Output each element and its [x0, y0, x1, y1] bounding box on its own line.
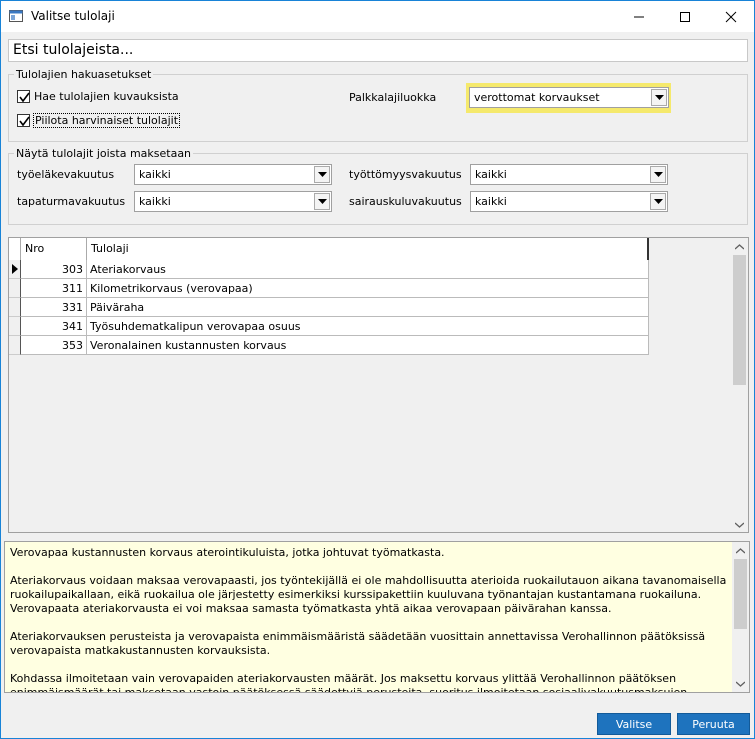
chevron-down-icon	[318, 172, 327, 177]
sickness-value: kaikki	[475, 195, 507, 208]
wage-class-dropdown-button[interactable]	[651, 89, 667, 106]
grid-scrollbar[interactable]	[731, 238, 748, 532]
current-row-arrow-icon	[12, 264, 18, 274]
row-header-corner	[9, 238, 21, 260]
chevron-down-icon	[654, 172, 663, 177]
row-tulolaji: Työsuhdematkalipun verovapaa osuus	[87, 317, 649, 336]
close-icon	[725, 11, 737, 22]
pension-label: työeläkevakuutus	[17, 168, 115, 181]
column-header-nro[interactable]: Nro	[21, 238, 87, 260]
description-paragraph: Ateriakorvaus voidaan maksaa verovapaast…	[10, 574, 727, 615]
row-nro: 311	[21, 279, 87, 298]
table-row[interactable]: 311 Kilometrikorvaus (verovapaa)	[9, 279, 649, 298]
hide-rare-checkbox[interactable]	[17, 114, 30, 127]
search-input[interactable]: Etsi tulolajeista...	[8, 39, 748, 62]
description-paragraph: Kohdassa ilmoitetaan vain verovapaiden a…	[10, 672, 688, 693]
cancel-button[interactable]: Peruuta	[677, 713, 750, 735]
row-tulolaji: Ateriakorvaus	[87, 260, 649, 279]
minimize-icon	[634, 16, 644, 17]
pension-value: kaikki	[139, 168, 171, 181]
unemployment-dropdown-button[interactable]	[650, 166, 666, 183]
description-paragraph: Verovapaa kustannusten korvaus aterointi…	[10, 546, 445, 559]
description-paragraph: Ateriakorvauksen perusteista ja verovapa…	[10, 630, 706, 657]
row-selector[interactable]	[9, 279, 21, 298]
row-nro: 341	[21, 317, 87, 336]
accident-dropdown-button[interactable]	[314, 193, 330, 210]
chevron-down-icon	[654, 199, 663, 204]
row-tulolaji: Päiväraha	[87, 298, 649, 317]
row-nro: 331	[21, 298, 87, 317]
wage-class-value: verottomat korvaukset	[474, 91, 600, 104]
row-nro: 303	[21, 260, 87, 279]
description-scrollbar[interactable]	[732, 542, 749, 692]
accident-label: tapaturmavakuutus	[17, 195, 126, 208]
unemployment-value: kaikki	[475, 168, 507, 181]
close-button[interactable]	[708, 1, 754, 32]
search-descriptions-checkbox[interactable]	[17, 90, 30, 103]
maximize-icon	[680, 11, 690, 22]
sickness-label: sairauskuluvakuutus	[349, 195, 462, 208]
unemployment-label: työttömyysvakuutus	[349, 168, 462, 181]
description-text: Verovapaa kustannusten korvaus aterointi…	[10, 546, 730, 693]
search-options-legend: Tulolajien hakuasetukset	[14, 68, 154, 81]
scroll-down-icon[interactable]	[735, 522, 744, 528]
table-row[interactable]: 353 Veronalainen kustannusten korvaus	[9, 336, 649, 355]
chevron-down-icon	[318, 199, 327, 204]
column-header-tulolaji[interactable]: Tulolaji	[87, 238, 649, 260]
row-selector[interactable]	[9, 298, 21, 317]
wage-class-select[interactable]: verottomat korvaukset	[469, 87, 669, 108]
accident-select[interactable]: kaikki	[134, 191, 332, 212]
row-selector[interactable]	[9, 336, 21, 355]
table-row[interactable]: 331 Päiväraha	[9, 298, 649, 317]
description-panel: Verovapaa kustannusten korvaus aterointi…	[4, 541, 750, 693]
row-tulolaji: Veronalainen kustannusten korvaus	[87, 336, 649, 355]
chevron-down-icon	[655, 95, 664, 100]
select-button[interactable]: Valitse	[597, 713, 671, 735]
checkmark-icon	[19, 116, 30, 127]
maximize-button[interactable]	[662, 1, 708, 32]
grid-header: Nro Tulolaji	[9, 238, 649, 260]
wage-class-label: Palkkalajiluokka	[349, 91, 437, 104]
grid-scroll-thumb[interactable]	[733, 255, 746, 385]
minimize-button[interactable]	[616, 1, 662, 32]
checkmark-icon	[19, 92, 30, 103]
scroll-up-icon[interactable]	[735, 244, 744, 250]
payments-legend: Näytä tulolajit joista maksetaan	[14, 147, 194, 160]
title-bar: Valitse tulolaji	[1, 1, 754, 32]
search-descriptions-label: Hae tulolajien kuvauksista	[34, 90, 179, 103]
row-selector[interactable]	[9, 260, 21, 279]
hide-rare-label: Piilota harvinaiset tulolajit	[33, 113, 181, 128]
window-title: Valitse tulolaji	[31, 9, 115, 23]
table-row[interactable]: 341 Työsuhdematkalipun verovapaa osuus	[9, 317, 649, 336]
dialog-window: Valitse tulolaji Etsi tulolajeista... Tu…	[0, 0, 755, 739]
row-selector[interactable]	[9, 317, 21, 336]
unemployment-select[interactable]: kaikki	[470, 164, 668, 185]
table-row[interactable]: 303 Ateriakorvaus	[9, 260, 649, 279]
sickness-select[interactable]: kaikki	[470, 191, 668, 212]
description-scroll-thumb[interactable]	[734, 559, 747, 629]
sickness-dropdown-button[interactable]	[650, 193, 666, 210]
scroll-up-icon[interactable]	[736, 548, 745, 554]
accident-value: kaikki	[139, 195, 171, 208]
row-nro: 353	[21, 336, 87, 355]
pension-select[interactable]: kaikki	[134, 164, 332, 185]
scroll-down-icon[interactable]	[736, 681, 745, 687]
pension-dropdown-button[interactable]	[314, 166, 330, 183]
income-type-grid: Nro Tulolaji 303 Ateriakorvaus 311 Kilom…	[8, 237, 749, 533]
app-window-icon	[9, 10, 23, 22]
row-tulolaji: Kilometrikorvaus (verovapaa)	[87, 279, 649, 298]
